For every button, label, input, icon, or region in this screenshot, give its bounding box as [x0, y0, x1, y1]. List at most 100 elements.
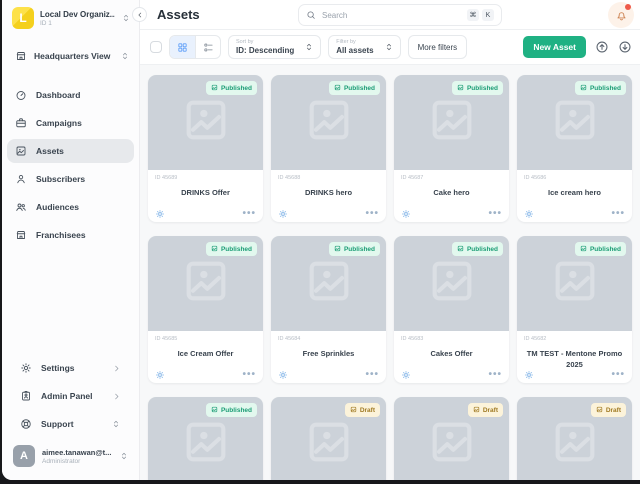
asset-card[interactable]: Published ID 45686 Ice cream hero ••• [517, 75, 632, 222]
asset-thumbnail[interactable]: Published [394, 236, 509, 331]
asset-title: Ice cream hero [548, 188, 601, 197]
briefcase-icon [15, 117, 27, 129]
org-logo: L [12, 7, 34, 29]
asset-settings-button[interactable] [524, 209, 534, 219]
sidebar-item-franchisees[interactable]: Franchisees [7, 223, 134, 247]
asset-card[interactable]: Published••• [148, 397, 263, 480]
sidebar-item-support[interactable]: Support [12, 412, 129, 436]
grid-view-button[interactable] [170, 36, 195, 58]
sort-label: Sort by [236, 39, 254, 45]
list-view-button[interactable] [195, 36, 220, 58]
org-name: Local Dev Organiz... [40, 9, 115, 19]
asset-card[interactable]: Draft••• [271, 397, 386, 480]
asset-more-button[interactable]: ••• [365, 370, 379, 380]
asset-thumbnail[interactable]: Draft [517, 397, 632, 480]
more-filters-button[interactable]: More filters [407, 35, 468, 59]
download-icon [618, 40, 632, 54]
user-email: aimee.tanawan@t... [42, 447, 112, 457]
asset-thumbnail[interactable]: Published [517, 75, 632, 170]
asset-settings-button[interactable] [401, 370, 411, 380]
user-menu[interactable]: A aimee.tanawan@t... Administrator [7, 436, 134, 476]
sidebar-item-audiences[interactable]: Audiences [7, 195, 134, 219]
asset-thumbnail[interactable]: Published [517, 236, 632, 331]
asset-more-button[interactable]: ••• [611, 209, 625, 219]
main-panel: Assets ⌘ K [132, 0, 640, 480]
chevron-right-icon [112, 392, 121, 401]
cmd-key-badge: ⌘ [467, 9, 479, 21]
chevron-updown-icon [384, 42, 394, 52]
avatar: A [13, 445, 35, 467]
upload-icon [595, 40, 609, 54]
org-selector[interactable]: L Local Dev Organiz... ID 1 [2, 0, 139, 33]
asset-card[interactable]: Published ID 45688 DRINKS hero ••• [271, 75, 386, 222]
asset-thumbnail[interactable]: Published [148, 236, 263, 331]
asset-thumbnail[interactable]: Published [394, 75, 509, 170]
asset-card[interactable]: Published ID 45685 Ice Cream Offer ••• [148, 236, 263, 383]
sidebar-item-campaigns[interactable]: Campaigns [7, 111, 134, 135]
asset-settings-button[interactable] [278, 209, 288, 219]
asset-card[interactable]: Draft••• [517, 397, 632, 480]
chevron-right-icon [112, 364, 121, 373]
asset-thumbnail[interactable]: Published [271, 75, 386, 170]
asset-more-button[interactable]: ••• [611, 370, 625, 380]
sidebar-collapse-button[interactable] [132, 7, 147, 22]
asset-card[interactable]: Published ID 45682 TM TEST - Mentone Promo… [517, 236, 632, 383]
id-badge-icon [20, 390, 32, 402]
notifications-button[interactable] [608, 2, 634, 28]
image-mini-icon [457, 245, 464, 254]
asset-thumbnail[interactable]: Published [148, 397, 263, 480]
asset-settings-button[interactable] [155, 209, 165, 219]
image-mini-icon [596, 406, 603, 415]
bell-icon [615, 9, 628, 22]
sidebar-item-dashboard[interactable]: Dashboard [7, 83, 134, 107]
asset-more-button[interactable]: ••• [242, 370, 256, 380]
sidebar-item-assets[interactable]: Assets [7, 139, 134, 163]
asset-card[interactable]: Published ID 45683 Cakes Offer ••• [394, 236, 509, 383]
asset-thumbnail[interactable]: Published [271, 236, 386, 331]
assets-content: Published ID 45689 DRINKS Offer ••• Publishe… [140, 65, 640, 480]
image-placeholder-icon [303, 255, 355, 312]
sidebar-item-settings[interactable]: Settings [12, 356, 129, 380]
upload-button[interactable] [595, 40, 609, 54]
view-selector[interactable]: Headquarters View [2, 41, 139, 71]
asset-more-button[interactable]: ••• [488, 370, 502, 380]
sidebar-item-label: Settings [41, 363, 75, 373]
assets-grid: Published ID 45689 DRINKS Offer ••• Publishe… [148, 75, 632, 480]
new-asset-button[interactable]: New Asset [523, 36, 586, 58]
search-input[interactable] [322, 10, 461, 20]
asset-more-button[interactable]: ••• [488, 209, 502, 219]
select-all-checkbox[interactable] [150, 41, 162, 53]
asset-card[interactable]: Draft••• [394, 397, 509, 480]
status-badge: Draft [590, 403, 626, 417]
status-badge: Published [574, 242, 626, 256]
filter-dropdown[interactable]: Filter by All assets [328, 35, 401, 59]
people-icon [15, 201, 27, 213]
status-badge: Published [205, 403, 257, 417]
asset-settings-button[interactable] [524, 370, 534, 380]
user-role: Administrator [42, 457, 81, 465]
asset-thumbnail[interactable]: Published [148, 75, 263, 170]
download-button[interactable] [618, 40, 632, 54]
sort-dropdown[interactable]: Sort by ID: Descending [228, 35, 322, 59]
asset-title: DRINKS hero [304, 188, 353, 197]
sidebar-item-label: Support [41, 419, 74, 429]
asset-thumbnail[interactable]: Draft [394, 397, 509, 480]
asset-thumbnail[interactable]: Draft [271, 397, 386, 480]
asset-more-button[interactable]: ••• [365, 209, 379, 219]
asset-more-button[interactable]: ••• [242, 209, 256, 219]
asset-card[interactable]: Published ID 45689 DRINKS Offer ••• [148, 75, 263, 222]
asset-settings-button[interactable] [155, 370, 165, 380]
sidebar: L Local Dev Organiz... ID 1 Headquarters… [2, 0, 140, 480]
sidebar-item-subscribers[interactable]: Subscribers [7, 167, 134, 191]
asset-card[interactable]: Published ID 45687 Cake hero ••• [394, 75, 509, 222]
asset-id: ID 45683 [401, 336, 424, 342]
asset-settings-button[interactable] [278, 370, 288, 380]
person-icon [15, 173, 27, 185]
search-box[interactable]: ⌘ K [298, 4, 502, 26]
asset-settings-button[interactable] [401, 209, 411, 219]
asset-card[interactable]: Published ID 45684 Free Sprinkles ••• [271, 236, 386, 383]
status-badge: Published [574, 81, 626, 95]
search-icon [306, 10, 316, 20]
sidebar-item-admin[interactable]: Admin Panel [12, 384, 129, 408]
image-placeholder-icon [426, 416, 478, 473]
